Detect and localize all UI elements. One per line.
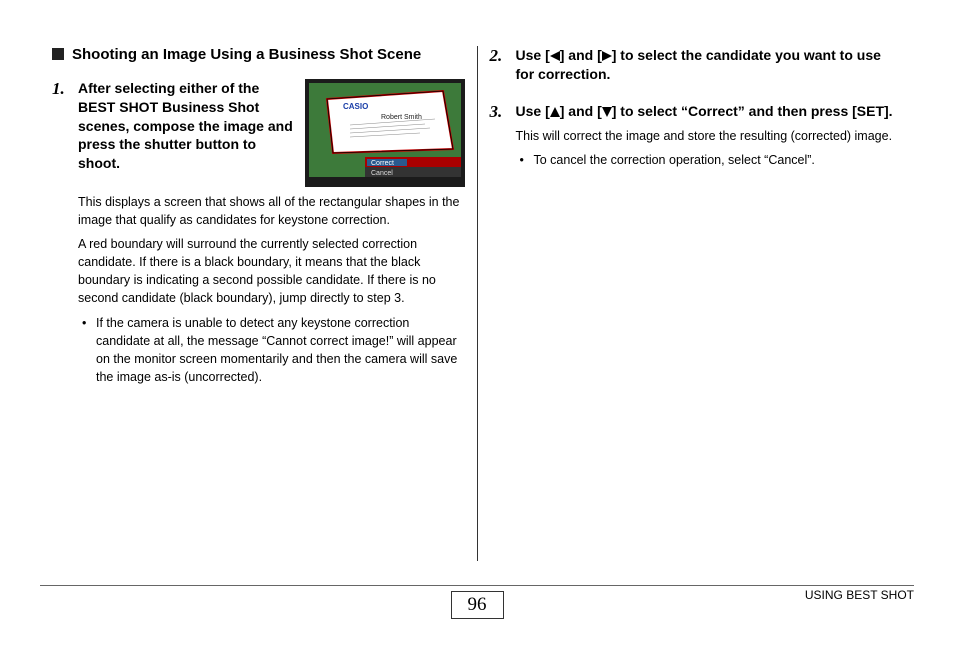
square-bullet-icon (52, 48, 64, 60)
camera-preview-thumb: CASIO Robert Smith Correct (305, 79, 465, 187)
footer-section-label: USING BEST SHOT (805, 588, 914, 602)
right-column: 2. Use [] and [] to select the candidate… (478, 46, 915, 561)
right-arrow-icon (602, 51, 612, 61)
thumb-cancel-label: Cancel (371, 170, 393, 177)
step-1: 1. After selecting either of the BEST SH… (52, 79, 465, 187)
step-1-details: This displays a screen that shows all of… (52, 193, 465, 386)
paragraph: This will correct the image and store th… (516, 127, 903, 145)
section-heading-text: Shooting an Image Using a Business Shot … (72, 46, 421, 65)
page-footer: 96 USING BEST SHOT (40, 585, 914, 622)
thumb-brand: CASIO (343, 102, 368, 111)
left-column: Shooting an Image Using a Business Shot … (40, 46, 477, 561)
footer-row: 96 USING BEST SHOT (40, 588, 914, 622)
step-body: After selecting either of the BEST SHOT … (78, 79, 465, 187)
footer-rule (40, 585, 914, 586)
step-title: Use [] and [] to select “Correct” and th… (516, 102, 903, 121)
list-item: To cancel the correction operation, sele… (516, 151, 903, 169)
down-arrow-icon (602, 107, 612, 117)
step-number: 2. (490, 46, 510, 84)
step-2: 2. Use [] and [] to select the candidate… (490, 46, 903, 84)
section-heading: Shooting an Image Using a Business Shot … (52, 46, 465, 65)
thumb-correct-label: Correct (371, 160, 394, 167)
bullet-list: To cancel the correction operation, sele… (516, 151, 903, 169)
step-row: After selecting either of the BEST SHOT … (78, 79, 465, 187)
step-title: After selecting either of the BEST SHOT … (78, 79, 305, 173)
manual-page: Shooting an Image Using a Business Shot … (0, 0, 954, 646)
step-body: Use [] and [] to select the candidate yo… (516, 46, 903, 84)
paragraph: This displays a screen that shows all of… (78, 193, 465, 229)
preview-illustration: CASIO Robert Smith Correct (305, 79, 465, 187)
step-number: 1. (52, 79, 72, 187)
step-body: Use [] and [] to select “Correct” and th… (516, 102, 903, 169)
up-arrow-icon (550, 107, 560, 117)
left-arrow-icon (550, 51, 560, 61)
page-number: 96 (451, 591, 504, 619)
step-number: 3. (490, 102, 510, 169)
bullet-list: If the camera is unable to detect any ke… (78, 314, 465, 387)
step-title: Use [] and [] to select the candidate yo… (516, 46, 903, 84)
list-item: If the camera is unable to detect any ke… (78, 314, 465, 387)
spacer (490, 88, 903, 102)
step-3: 3. Use [] and [] to select “Correct” and… (490, 102, 903, 169)
paragraph: A red boundary will surround the current… (78, 235, 465, 308)
content-columns: Shooting an Image Using a Business Shot … (40, 46, 914, 561)
thumb-name: Robert Smith (381, 114, 422, 121)
